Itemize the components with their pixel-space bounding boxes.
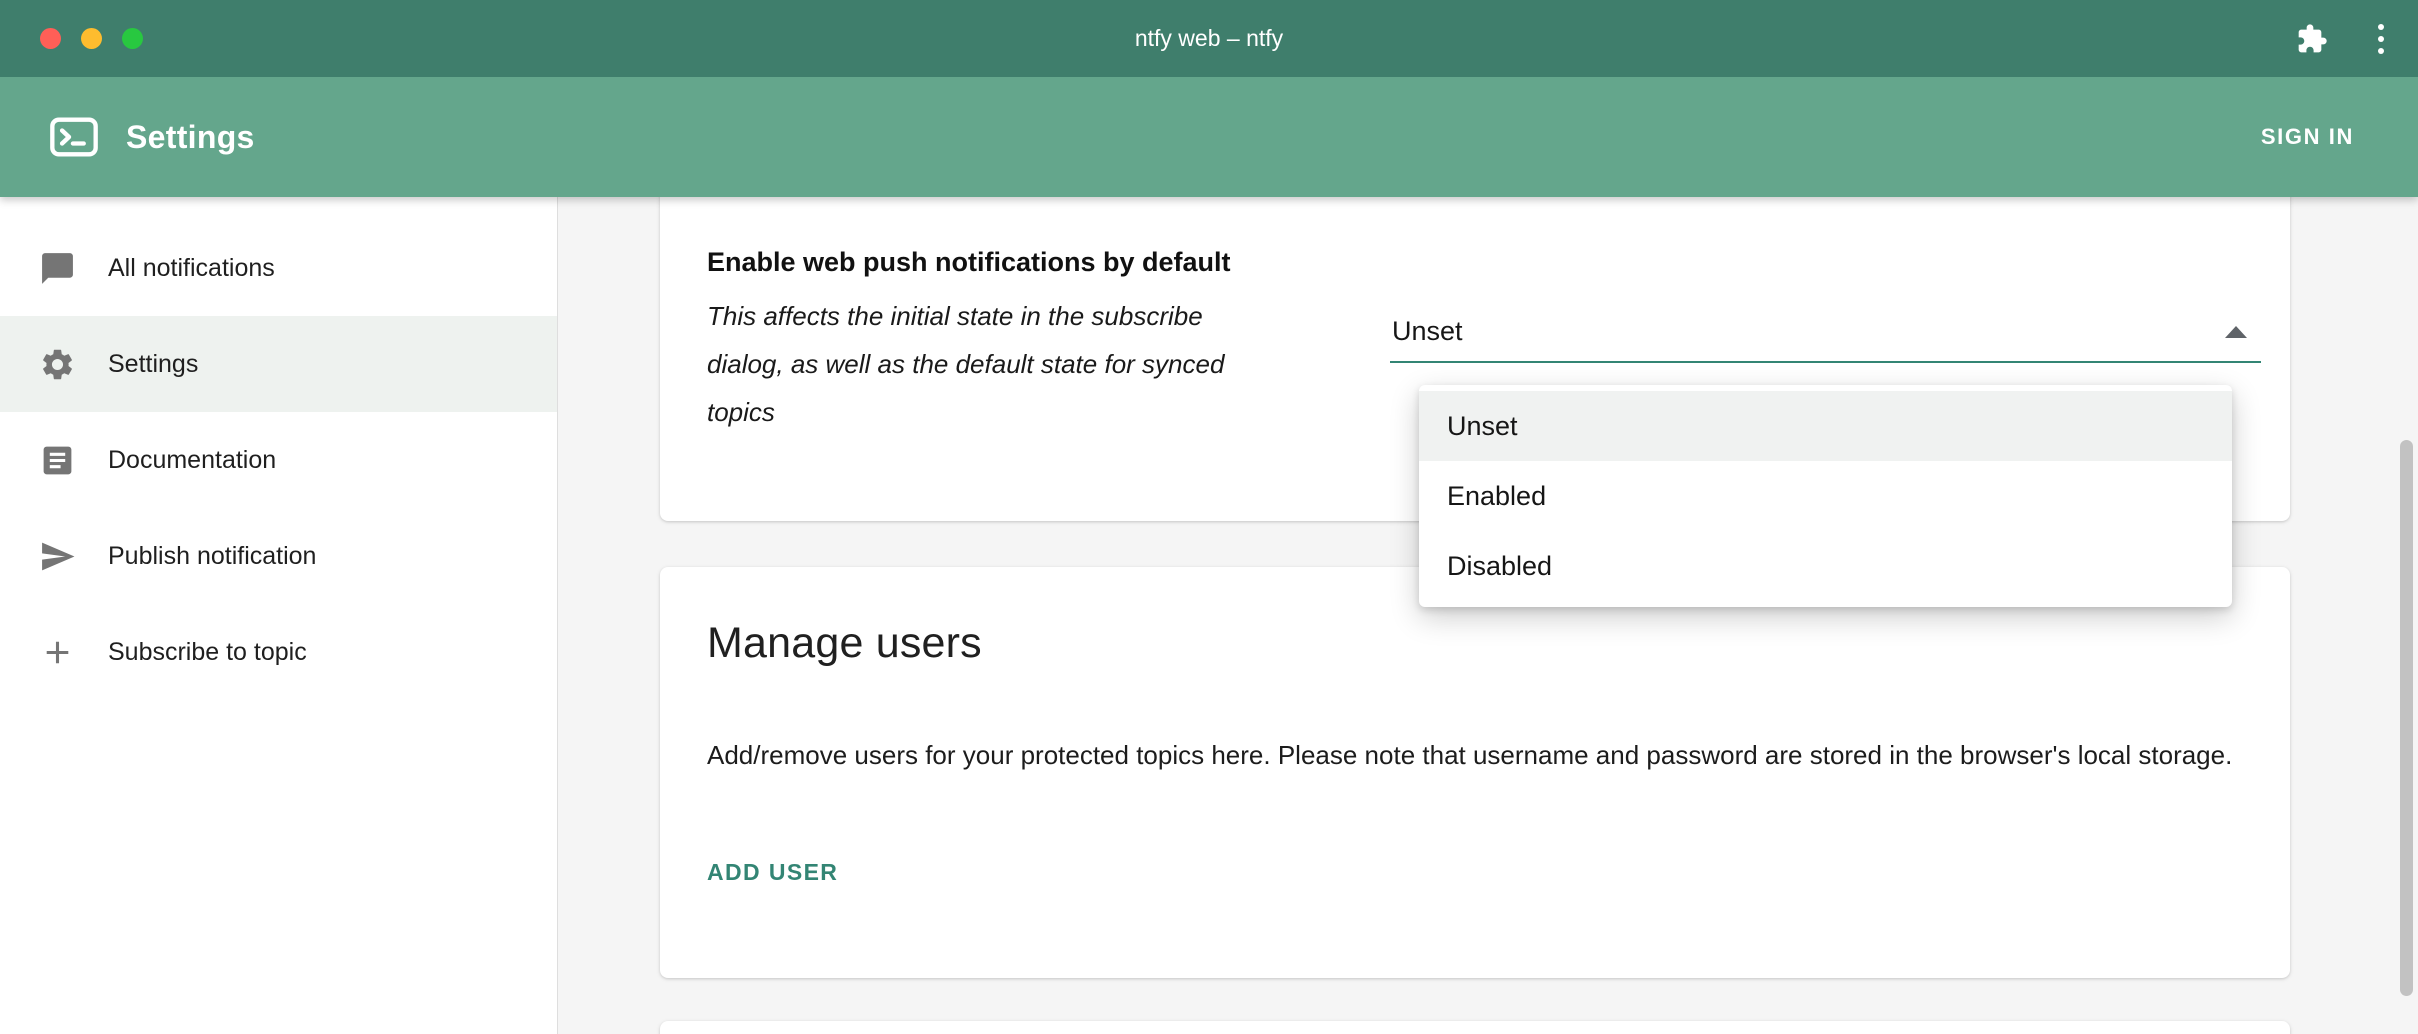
manage-users-description: Add/remove users for your protected topi…: [707, 732, 2243, 779]
browser-menu-icon[interactable]: [2372, 18, 2390, 60]
article-icon: [39, 442, 76, 479]
window-controls: [40, 0, 143, 77]
setting-title: Enable web push notifications by default: [707, 247, 1390, 278]
ntfy-logo-icon: [48, 111, 100, 163]
page-title: Settings: [126, 119, 255, 156]
sidebar-item-documentation[interactable]: Documentation: [0, 412, 557, 508]
scrollbar-thumb[interactable]: [2400, 440, 2413, 996]
sidebar-item-label: All notifications: [108, 254, 275, 283]
select-dropdown-menu: Unset Enabled Disabled: [1419, 385, 2232, 607]
manage-users-card: Manage users Add/remove users for your p…: [660, 567, 2290, 978]
main-content: Enable web push notifications by default…: [559, 197, 2418, 1034]
window-minimize-button[interactable]: [81, 28, 102, 49]
manage-users-title: Manage users: [707, 619, 2243, 668]
gear-icon: [39, 346, 76, 383]
sidebar: All notifications Settings Documentation…: [0, 197, 558, 1034]
dropdown-option-disabled[interactable]: Disabled: [1419, 531, 2232, 601]
send-icon: [39, 538, 76, 575]
sidebar-item-label: Settings: [108, 350, 198, 379]
setting-text-block: Enable web push notifications by default…: [707, 197, 1390, 436]
sidebar-item-subscribe-to-topic[interactable]: Subscribe to topic: [0, 604, 557, 700]
setting-description: This affects the initial state in the su…: [707, 292, 1267, 436]
sidebar-item-publish-notification[interactable]: Publish notification: [0, 508, 557, 604]
window-zoom-button[interactable]: [122, 28, 143, 49]
next-card-partial: [660, 1021, 2290, 1034]
dropdown-option-unset[interactable]: Unset: [1419, 391, 2232, 461]
sign-in-button[interactable]: SIGN IN: [2243, 110, 2372, 164]
select-value: Unset: [1392, 316, 1463, 346]
sidebar-item-label: Publish notification: [108, 542, 316, 571]
sidebar-item-label: Subscribe to topic: [108, 638, 307, 667]
chat-bubble-icon: [39, 250, 76, 287]
titlebar-actions: [2296, 0, 2390, 77]
arrow-drop-up-icon: [2225, 326, 2247, 338]
add-user-button[interactable]: ADD USER: [707, 853, 838, 892]
sidebar-item-all-notifications[interactable]: All notifications: [0, 220, 557, 316]
app-bar: Settings SIGN IN: [0, 77, 2418, 197]
web-push-default-select[interactable]: Unset: [1390, 316, 2261, 363]
sidebar-item-label: Documentation: [108, 446, 276, 475]
dropdown-option-enabled[interactable]: Enabled: [1419, 461, 2232, 531]
plus-icon: [39, 634, 76, 671]
sidebar-item-settings[interactable]: Settings: [0, 316, 557, 412]
window-titlebar: ntfy web – ntfy: [0, 0, 2418, 77]
extensions-icon[interactable]: [2296, 23, 2328, 55]
window-title: ntfy web – ntfy: [0, 0, 2418, 77]
window-close-button[interactable]: [40, 28, 61, 49]
